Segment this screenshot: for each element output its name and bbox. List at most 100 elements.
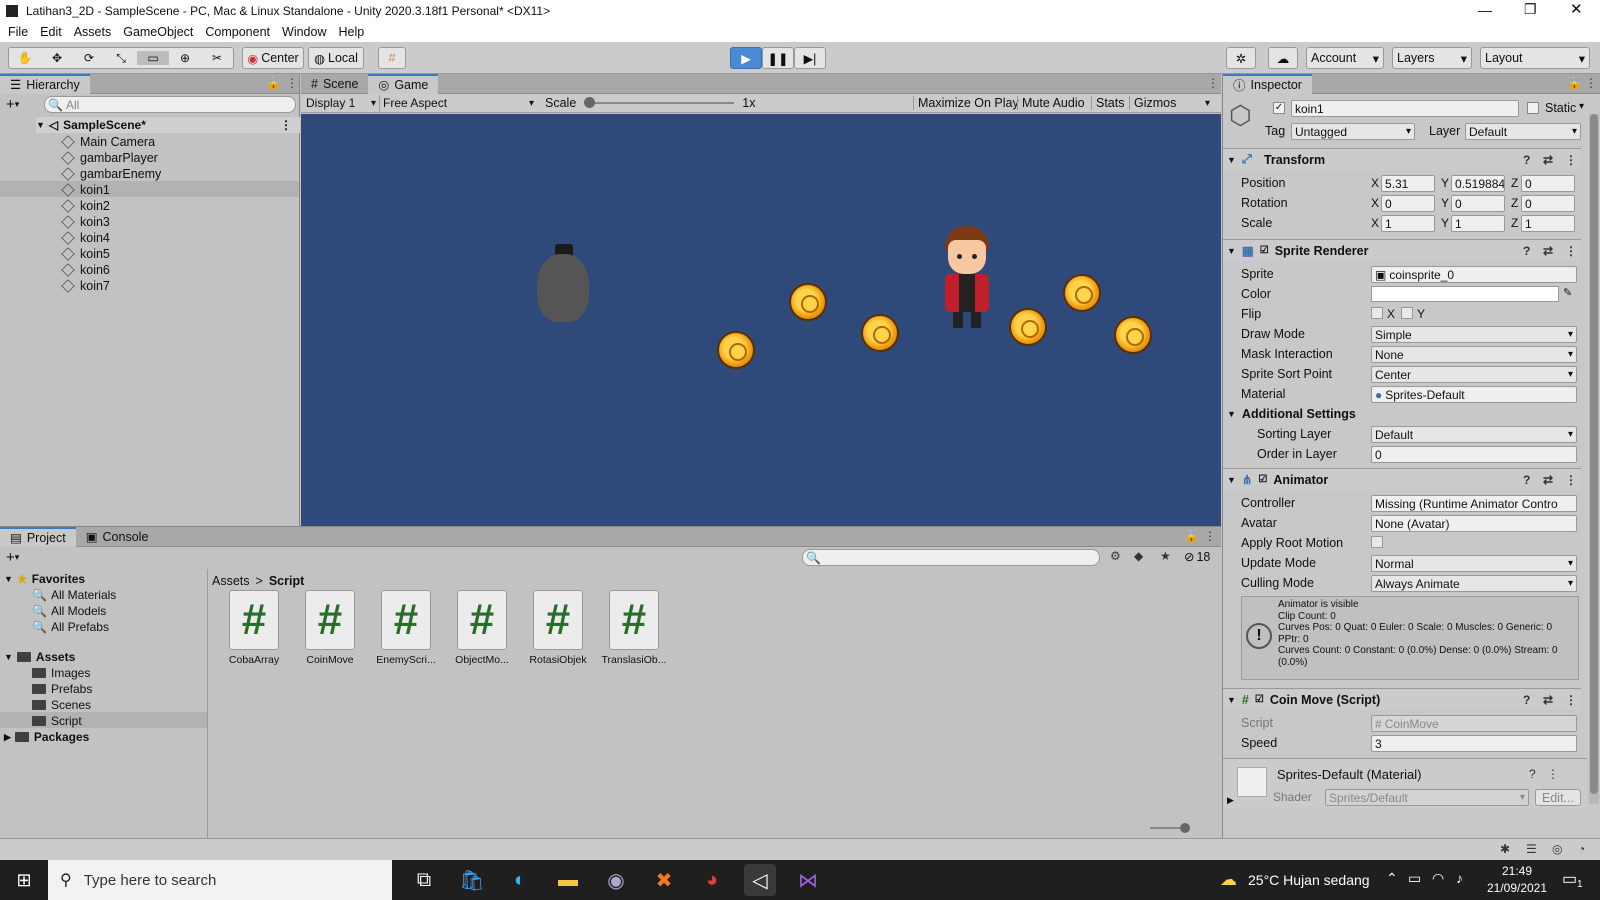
folder-item[interactable]: Images <box>32 666 90 680</box>
tag-dropdown[interactable]: Untagged <box>1291 123 1415 140</box>
menu-edit[interactable]: Edit <box>40 25 62 39</box>
menu-component[interactable]: Component <box>205 25 270 39</box>
file-explorer-icon[interactable]: ▬ <box>552 864 584 896</box>
collab-status-icon[interactable]: ◎ <box>1552 842 1562 856</box>
project-more-icon[interactable]: ⋮ <box>1204 529 1216 543</box>
menu-window[interactable]: Window <box>282 25 326 39</box>
color-swatch[interactable] <box>1371 286 1559 302</box>
sprite-sort-point-dropdown[interactable]: Center <box>1371 366 1577 383</box>
scale-tool-icon[interactable]: ⤡ <box>105 51 137 66</box>
hierarchy-item[interactable]: koin7 <box>61 279 110 293</box>
hierarchy-item[interactable]: Main Camera <box>61 135 155 149</box>
enabled-checkbox[interactable]: ☑ <box>1255 694 1264 705</box>
help-icon[interactable]: ? <box>1523 244 1530 258</box>
hierarchy-item[interactable]: koin6 <box>61 263 110 277</box>
draw-mode-dropdown[interactable]: Simple <box>1371 326 1577 343</box>
sprite-field[interactable]: ▣ coinsprite_0 <box>1371 266 1577 283</box>
stats-toggle[interactable]: Stats <box>1091 96 1129 110</box>
script-asset[interactable]: # CoinMove <box>294 590 366 666</box>
scale-x-field[interactable]: 1 <box>1381 215 1435 232</box>
edge-icon[interactable]: ◐ <box>504 864 536 896</box>
coin-move-header[interactable]: ▼ # ☑ Coin Move (Script) ? ⇄ ⋮ <box>1223 688 1581 710</box>
culling-mode-dropdown[interactable]: Always Animate <box>1371 575 1577 592</box>
preset-icon[interactable]: ⇄ <box>1543 153 1553 167</box>
hierarchy-item[interactable]: gambarEnemy <box>61 167 161 181</box>
mask-interaction-dropdown[interactable]: None <box>1371 346 1577 363</box>
account-dropdown[interactable]: Account ▾ <box>1306 47 1384 69</box>
breadcrumb-script[interactable]: Script <box>269 574 304 588</box>
camera-icon[interactable]: ◉ <box>600 864 632 896</box>
more-icon[interactable]: ⋮ <box>286 76 298 90</box>
database-icon[interactable]: ☰ <box>1526 842 1537 856</box>
lock-icon[interactable]: 🔒 <box>266 76 281 90</box>
position-y-field[interactable]: 0.519884 <box>1451 175 1505 192</box>
scene-root[interactable]: ▼ ◁ SampleScene* ⋮ <box>36 117 300 133</box>
avatar-field[interactable]: None (Avatar) <box>1371 515 1577 532</box>
controller-field[interactable]: Missing (Runtime Animator Contro <box>1371 495 1577 512</box>
clock[interactable]: 21:49 21/09/2021 <box>1484 863 1550 897</box>
material-foldout-icon[interactable]: ▶ <box>1227 795 1234 806</box>
pause-icon[interactable]: ❚❚ <box>762 47 794 69</box>
breadcrumb-assets[interactable]: Assets <box>212 574 250 588</box>
enabled-checkbox[interactable]: ☑ <box>1260 245 1269 256</box>
store-icon[interactable]: 🛍 <box>456 864 488 896</box>
sprite-renderer-header[interactable]: ▼ ▦ ☑ Sprite Renderer ? ⇄ ⋮ <box>1223 239 1581 261</box>
help-icon[interactable]: ? <box>1523 693 1530 707</box>
mute-audio-toggle[interactable]: Mute Audio <box>1017 96 1089 110</box>
cloud-icon[interactable]: ☁ <box>1268 47 1298 69</box>
tray-chevron-icon[interactable]: ⌃ <box>1386 870 1398 887</box>
taskbar-search-input[interactable]: ⚲ Type here to search <box>48 860 392 900</box>
enabled-checkbox[interactable]: ☑ <box>1258 474 1267 485</box>
weather-text[interactable]: 25°C Hujan sedang <box>1248 872 1370 888</box>
favorites-folder[interactable]: ▼ ★ Favorites <box>4 572 85 586</box>
hierarchy-item-selected[interactable]: koin1 <box>61 183 110 197</box>
battery-icon[interactable]: ▭ <box>1408 870 1421 887</box>
hidden-packages-count[interactable]: ⊘ 18 <box>1184 549 1210 565</box>
order-in-layer-field[interactable]: 0 <box>1371 446 1577 463</box>
visual-studio-icon[interactable]: ⋈ <box>792 864 824 896</box>
menu-file[interactable]: File <box>8 25 28 39</box>
tab-game[interactable]: ◎ Game <box>368 73 439 94</box>
aspect-dropdown[interactable]: Free Aspect <box>379 94 537 112</box>
script-asset[interactable]: # TranslasiOb... <box>598 590 670 666</box>
favorite-star-icon[interactable]: ★ <box>1160 549 1171 563</box>
tab-console[interactable]: ▣ Console <box>76 527 159 547</box>
scale-slider-thumb[interactable] <box>584 97 596 108</box>
sorting-layer-dropdown[interactable]: Default <box>1371 426 1577 443</box>
task-view-icon[interactable]: ⧉ <box>408 864 440 896</box>
rotation-x-field[interactable]: 0 <box>1381 195 1435 212</box>
hierarchy-item[interactable]: gambarPlayer <box>61 151 158 165</box>
preset-icon[interactable]: ⇄ <box>1543 693 1553 707</box>
scale-z-field[interactable]: 1 <box>1521 215 1575 232</box>
eyedropper-icon[interactable]: ✎ <box>1563 286 1572 299</box>
animator-header[interactable]: ▼ ⋔ ☑ Animator ? ⇄ ⋮ <box>1223 468 1581 490</box>
layers-dropdown[interactable]: Layers ▾ <box>1392 47 1472 69</box>
help-icon[interactable]: ? <box>1523 153 1530 167</box>
additional-settings-foldout[interactable]: ▼ Additional Settings <box>1227 407 1356 421</box>
notification-icon[interactable]: ▭ <box>1562 869 1577 889</box>
inspector-scrollbar[interactable] <box>1589 114 1599 804</box>
script-asset[interactable]: # ObjectMo... <box>446 590 518 666</box>
close-icon[interactable]: ✕ <box>1570 0 1583 18</box>
update-mode-dropdown[interactable]: Normal <box>1371 555 1577 572</box>
grid-snap-icon[interactable]: # <box>378 47 406 69</box>
layout-dropdown[interactable]: Layout ▾ <box>1480 47 1590 69</box>
apply-root-motion-checkbox[interactable] <box>1371 536 1383 548</box>
menu-gameobject[interactable]: GameObject <box>123 25 193 39</box>
object-name-field[interactable]: koin1 <box>1291 100 1519 117</box>
gizmos-toggle[interactable]: Gizmos <box>1129 96 1180 110</box>
scene-more-icon[interactable]: ⋮ <box>280 118 292 132</box>
display-dropdown[interactable]: Display 1 <box>303 95 379 112</box>
hierarchy-item[interactable]: koin4 <box>61 231 110 245</box>
tab-inspector[interactable]: ⓘ Inspector <box>1223 73 1312 94</box>
script-asset[interactable]: # EnemyScri... <box>370 590 442 666</box>
create-button[interactable]: + ▾ <box>6 96 19 113</box>
game-more-icon[interactable]: ⋮ <box>1207 76 1219 90</box>
filter-type-icon[interactable]: ⚙ <box>1110 549 1121 563</box>
menu-help[interactable]: Help <box>338 25 364 39</box>
hierarchy-search-input[interactable]: 🔍 All <box>44 96 296 113</box>
static-checkbox[interactable] <box>1527 102 1539 114</box>
component-more-icon[interactable]: ⋮ <box>1565 693 1577 707</box>
tab-hierarchy[interactable]: ☰ Hierarchy <box>0 73 90 94</box>
script-asset[interactable]: # CobaArray <box>218 590 290 666</box>
